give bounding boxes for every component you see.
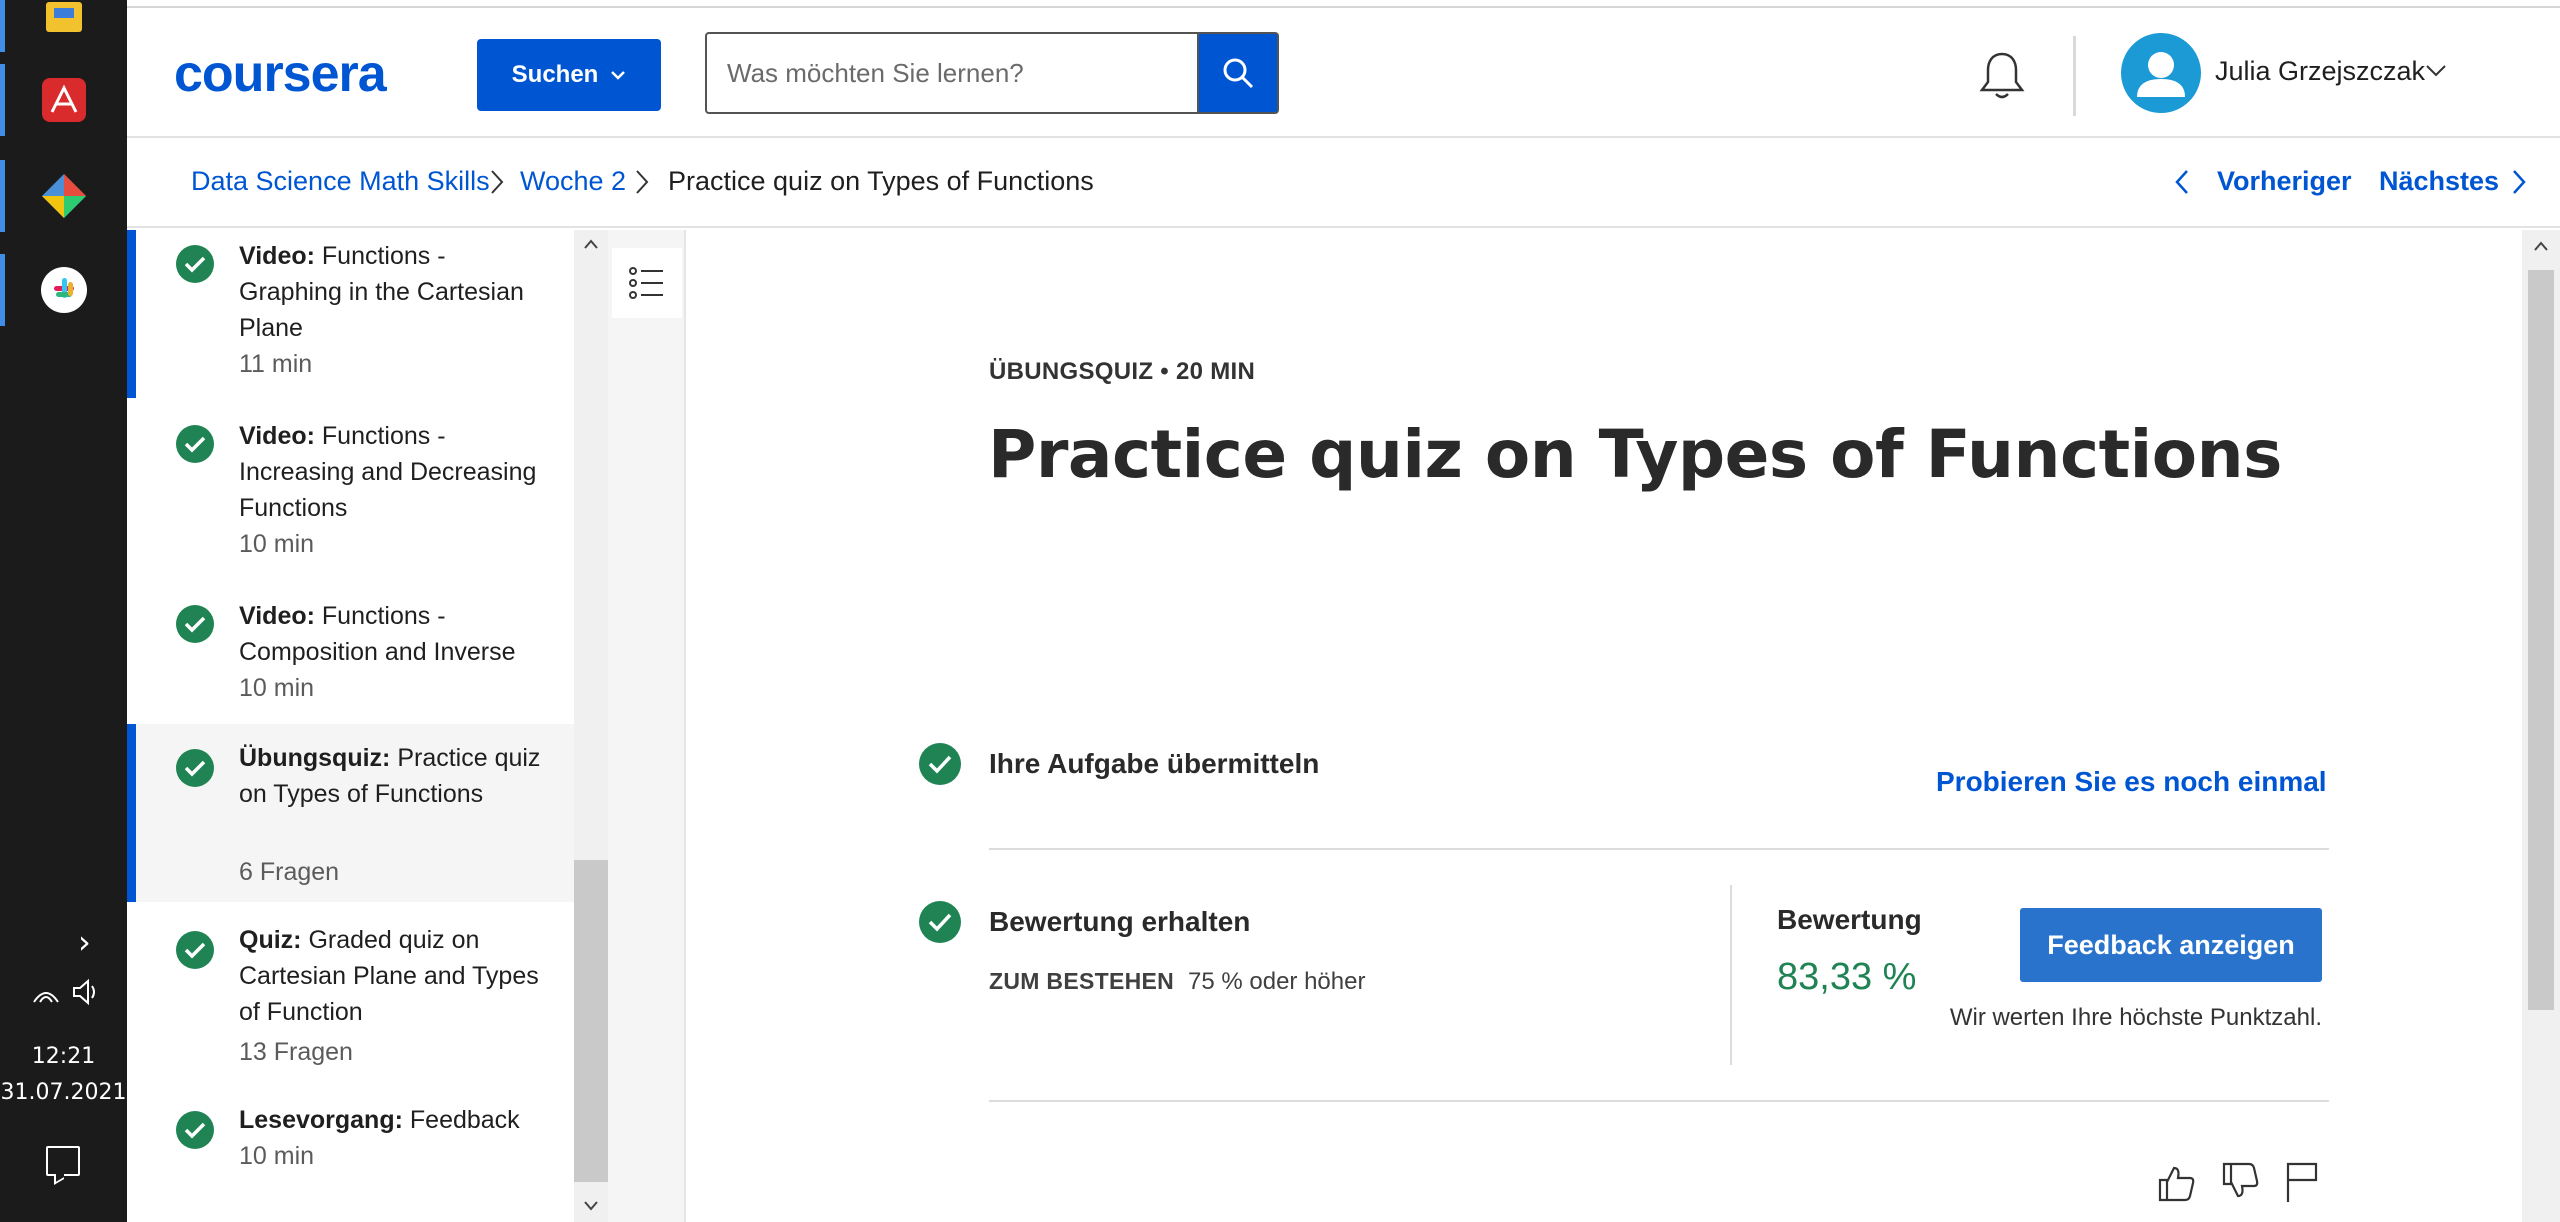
chevron-right-icon[interactable] bbox=[2511, 168, 2527, 196]
active-indicator bbox=[127, 230, 136, 398]
windows-taskbar: › 12:21 31.07.2021 bbox=[0, 0, 127, 1222]
notifications-bell-icon[interactable] bbox=[1977, 50, 2027, 102]
step-complete-check-icon bbox=[919, 743, 961, 785]
sidebar-item[interactable]: Video: Functions - Composition and Inver… bbox=[127, 590, 574, 720]
chevron-down-icon bbox=[611, 71, 626, 80]
divider bbox=[989, 1100, 2329, 1102]
file-explorer-icon bbox=[46, 2, 82, 32]
item-type-duration: ÜBUNGSQUIZ • 20 MIN bbox=[989, 358, 1256, 385]
step-complete-check-icon bbox=[919, 901, 961, 943]
coursera-logo[interactable]: coursera bbox=[174, 44, 387, 104]
taskbar-app-git[interactable] bbox=[0, 150, 127, 242]
sidebar-item[interactable]: Video: Functions - Increasing and Decrea… bbox=[127, 410, 574, 580]
scroll-up-icon[interactable] bbox=[582, 236, 600, 254]
header-divider bbox=[2073, 36, 2076, 116]
grade-value: 83,33 % bbox=[1777, 956, 1917, 998]
sidebar-item-meta: 10 min bbox=[239, 1142, 315, 1170]
breadcrumb-course[interactable]: Data Science Math Skills bbox=[191, 166, 490, 197]
main-scrollbar[interactable] bbox=[2522, 230, 2560, 1222]
scroll-up-icon[interactable] bbox=[2532, 238, 2550, 256]
divider bbox=[989, 848, 2329, 850]
sidebar-scrollbar[interactable] bbox=[574, 230, 608, 1222]
completed-check-icon bbox=[176, 425, 214, 463]
sidebar-item-meta: 6 Fragen bbox=[239, 858, 340, 886]
main-scrollbar-thumb[interactable] bbox=[2528, 270, 2554, 1010]
page-title: Practice quiz on Types of Functions bbox=[988, 416, 2282, 493]
grade-label: Bewertung bbox=[1777, 904, 1922, 935]
scroll-down-icon[interactable] bbox=[582, 1196, 600, 1214]
thumbs-down-icon[interactable] bbox=[2218, 1160, 2262, 1204]
grade-step-title: Bewertung erhalten bbox=[989, 906, 1251, 937]
thumbs-up-icon[interactable] bbox=[2154, 1160, 2198, 1204]
chevron-left-icon[interactable] bbox=[2174, 168, 2190, 196]
network-volume-icons[interactable] bbox=[32, 976, 102, 1012]
breadcrumb-week[interactable]: Woche 2 bbox=[520, 166, 626, 197]
flag-icon[interactable] bbox=[2282, 1160, 2322, 1204]
toggle-outline-button[interactable] bbox=[612, 248, 682, 318]
search-submit-button[interactable] bbox=[1197, 32, 1279, 114]
sidebar-item-meta: 13 Fragen bbox=[239, 1038, 353, 1066]
site-header: coursera Suchen Julia Grzejszczak bbox=[127, 8, 2560, 138]
user-name[interactable]: Julia Grzejszczak bbox=[2215, 56, 2425, 87]
user-menu-chevron-down-icon[interactable] bbox=[2425, 64, 2447, 78]
completed-check-icon bbox=[176, 605, 214, 643]
chevron-right-icon bbox=[491, 170, 504, 194]
sidebar-item-active[interactable]: Übungsquiz: Practice quiz on Types of Fu… bbox=[127, 724, 574, 902]
sidebar-item-meta: 11 min bbox=[239, 350, 313, 378]
sidebar-item-meta: 10 min bbox=[239, 530, 315, 558]
chevron-right-icon bbox=[636, 170, 649, 194]
breadcrumb: Data Science Math Skills Woche 2 Practic… bbox=[127, 140, 2560, 228]
breadcrumb-current: Practice quiz on Types of Functions bbox=[668, 166, 1094, 196]
submit-step-title: Ihre Aufgabe übermitteln bbox=[989, 748, 1320, 779]
notification-center-icon[interactable] bbox=[46, 1146, 80, 1176]
search-icon bbox=[1223, 58, 1254, 89]
view-feedback-button[interactable]: Feedback anzeigen bbox=[2020, 908, 2322, 982]
sidebar-item-type: Video: bbox=[239, 422, 315, 450]
course-outline-sidebar: Video: Functions - Graphing in the Carte… bbox=[127, 230, 574, 1222]
list-icon bbox=[629, 267, 663, 299]
sidebar-item[interactable]: Lesevorgang: Feedback 10 min bbox=[127, 1086, 574, 1216]
sidebar-item-type: Video: bbox=[239, 602, 315, 630]
search-input[interactable] bbox=[707, 34, 1203, 112]
explore-button-label: Suchen bbox=[511, 61, 599, 88]
taskbar-app-acrobat[interactable] bbox=[0, 54, 127, 146]
sidebar-item-meta: 10 min bbox=[239, 674, 315, 702]
taskbar-app-file-explorer[interactable] bbox=[0, 0, 127, 62]
clock-date[interactable]: 31.07.2021 bbox=[0, 1080, 127, 1105]
pass-threshold-label: ZUM BESTEHEN bbox=[989, 968, 1175, 994]
sidebar-item-type: Lesevorgang: bbox=[239, 1106, 403, 1134]
grade-policy-note: Wir werten Ihre höchste Punktzahl. bbox=[1949, 1004, 2322, 1031]
outline-toggle-strip bbox=[608, 230, 686, 1222]
sidebar-item-type: Video: bbox=[239, 242, 315, 270]
window-top-edge bbox=[127, 0, 2560, 8]
slack-icon bbox=[41, 267, 87, 313]
pass-threshold-value: 75 % oder höher bbox=[1188, 968, 1366, 995]
sidebar-item-type: Quiz: bbox=[239, 926, 302, 954]
show-hidden-icons-chevron-icon[interactable]: › bbox=[78, 926, 91, 958]
search-field[interactable] bbox=[705, 32, 1205, 114]
completed-check-icon bbox=[176, 1111, 214, 1149]
sidebar-scrollbar-thumb[interactable] bbox=[574, 860, 608, 1182]
next-link[interactable]: Nächstes bbox=[2379, 166, 2499, 197]
grade-divider bbox=[1730, 885, 1732, 1065]
previous-link[interactable]: Vorheriger bbox=[2217, 166, 2352, 197]
user-avatar-icon bbox=[2137, 52, 2185, 97]
taskbar-app-slack[interactable] bbox=[0, 244, 127, 336]
explore-button[interactable]: Suchen bbox=[477, 39, 661, 111]
clock-time[interactable]: 12:21 bbox=[0, 1044, 127, 1069]
sidebar-item-type: Übungsquiz: bbox=[239, 744, 391, 772]
wifi-volume-icon bbox=[33, 978, 95, 1006]
active-indicator bbox=[127, 724, 136, 902]
git-app-icon bbox=[42, 174, 86, 218]
sidebar-item[interactable]: Quiz: Graded quiz on Cartesian Plane and… bbox=[127, 906, 574, 1076]
main-content: ÜBUNGSQUIZ • 20 MIN Practice quiz on Typ… bbox=[688, 230, 2522, 1222]
sidebar-item[interactable]: Video: Functions - Graphing in the Carte… bbox=[127, 230, 574, 398]
completed-check-icon bbox=[176, 931, 214, 969]
retry-link[interactable]: Probieren Sie es noch einmal bbox=[1936, 766, 2327, 798]
completed-check-icon bbox=[176, 749, 214, 787]
completed-check-icon bbox=[176, 245, 214, 283]
sidebar-item-title: Feedback bbox=[409, 1106, 520, 1134]
acrobat-icon bbox=[42, 78, 86, 122]
avatar[interactable] bbox=[2121, 33, 2201, 113]
